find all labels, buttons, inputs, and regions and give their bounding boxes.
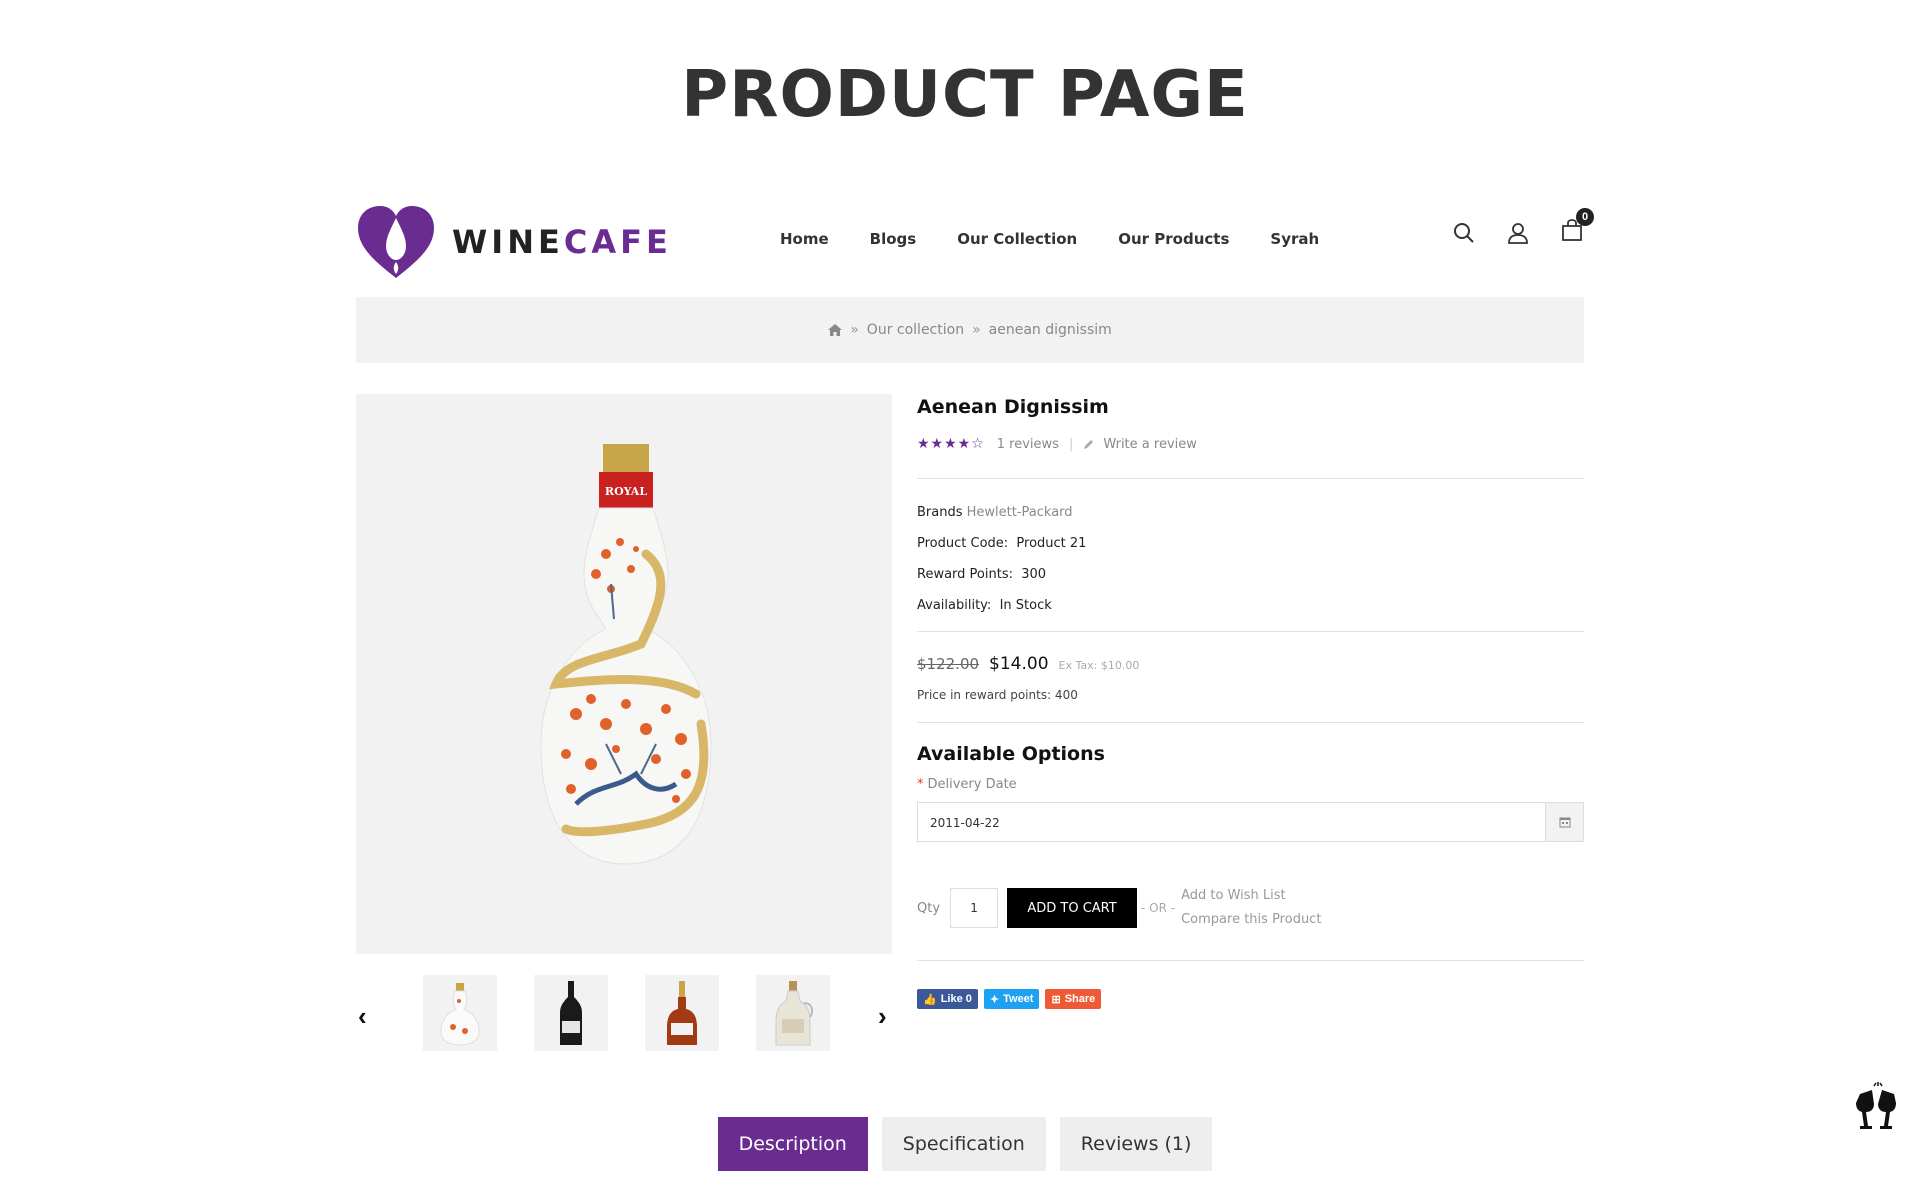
- logo-text-cafe: CAFE: [563, 223, 672, 261]
- breadcrumb-separator-icon: »: [972, 322, 981, 338]
- plus-icon: ⊞: [1051, 993, 1061, 1006]
- nav-syrah[interactable]: Syrah: [1270, 230, 1319, 248]
- heart-drop-logo-icon: [358, 206, 434, 278]
- breadcrumb-separator-icon: »: [850, 322, 859, 338]
- home-icon[interactable]: [828, 324, 843, 336]
- add-to-cart-row: Qty ADD TO CART - OR - Add to Wish List …: [917, 884, 1584, 932]
- tab-specification[interactable]: Specification: [881, 1117, 1046, 1171]
- or-text: - OR -: [1141, 901, 1176, 915]
- reward-label: Reward Points:: [917, 567, 1013, 582]
- product-specs: Brands Hewlett-Packard Product Code: Pro…: [917, 505, 1584, 629]
- divider: [917, 960, 1584, 961]
- chevron-left-icon[interactable]: ‹: [358, 1001, 367, 1032]
- svg-text:ROYAL: ROYAL: [605, 485, 647, 498]
- write-review-link[interactable]: Write a review: [1103, 437, 1197, 452]
- reviews-count-link[interactable]: 1 reviews: [997, 437, 1059, 452]
- availability-value: In Stock: [999, 598, 1052, 613]
- nav-our-collection[interactable]: Our Collection: [957, 230, 1077, 248]
- product-name: Aenean Dignissim: [917, 396, 1109, 418]
- divider: [917, 631, 1584, 632]
- divider: [917, 478, 1584, 479]
- breadcrumb-current[interactable]: aenean dignissim: [989, 322, 1112, 338]
- search-icon[interactable]: [1452, 221, 1476, 245]
- delivery-date-input[interactable]: [918, 803, 1532, 843]
- compare-product-link[interactable]: Compare this Product: [1181, 908, 1321, 932]
- user-icon[interactable]: [1506, 221, 1530, 245]
- star-rating-icon: ★★★★☆: [917, 436, 985, 452]
- required-mark: *: [917, 777, 924, 792]
- page-title: PRODUCT PAGE: [681, 58, 1249, 132]
- add-to-wish-list-link[interactable]: Add to Wish List: [1181, 884, 1321, 908]
- product-main-image[interactable]: ROYAL: [356, 394, 892, 954]
- tab-description[interactable]: Description: [717, 1117, 868, 1171]
- logo[interactable]: WINECAFE: [356, 204, 672, 280]
- rating-row: ★★★★☆ 1 reviews | Write a review: [917, 436, 1584, 452]
- thumbnail-4[interactable]: [756, 975, 830, 1051]
- thumbnail-2[interactable]: [534, 975, 608, 1051]
- header-icons: 0: [1452, 208, 1594, 247]
- gourd-bottle-thumb: [440, 983, 480, 1046]
- logo-text: WINECAFE: [452, 223, 672, 261]
- tweet-button[interactable]: ✦ Tweet: [983, 989, 1040, 1009]
- tweet-label: Tweet: [1003, 993, 1034, 1005]
- divider: |: [1068, 436, 1074, 452]
- cart-count-badge: 0: [1576, 208, 1594, 226]
- calendar-button[interactable]: [1545, 803, 1583, 841]
- delivery-label-text: Delivery Date: [927, 777, 1017, 792]
- old-price: $122.00: [917, 655, 980, 673]
- product-tabs: Description Specification Reviews (1): [0, 1117, 1930, 1171]
- breadcrumb: » Our collection » aenean dignissim: [356, 297, 1584, 363]
- thumbnail-3[interactable]: [645, 975, 719, 1051]
- qty-input[interactable]: [950, 888, 999, 928]
- add-to-cart-button[interactable]: ADD TO CART: [1007, 888, 1138, 928]
- brand-value[interactable]: Hewlett-Packard: [967, 505, 1073, 520]
- wine-glasses-cheers-icon[interactable]: [1854, 1082, 1900, 1132]
- code-value: Product 21: [1016, 536, 1087, 551]
- nav-our-products[interactable]: Our Products: [1118, 230, 1229, 248]
- reward-value: 300: [1021, 567, 1047, 582]
- wish-compare-links: Add to Wish List Compare this Product: [1181, 884, 1321, 932]
- price-row: $122.00 $14.00 Ex Tax: $10.00: [917, 654, 1584, 674]
- facebook-like-button[interactable]: 👍 Like 0: [917, 989, 978, 1009]
- gourd-bottle-image: ROYAL: [540, 444, 712, 865]
- breadcrumb-our-collection[interactable]: Our collection: [867, 322, 964, 338]
- calendar-icon: [1559, 817, 1570, 828]
- code-label: Product Code:: [917, 536, 1009, 551]
- pencil-icon: [1084, 440, 1094, 449]
- jug-bottle-thumb: [775, 981, 813, 1046]
- cart-button[interactable]: 0: [1560, 208, 1594, 247]
- ex-tax: Ex Tax: $10.00: [1058, 659, 1140, 672]
- delivery-label: * Delivery Date: [917, 777, 1584, 792]
- share-button[interactable]: ⊞ Share: [1045, 989, 1102, 1009]
- share-label: Share: [1064, 993, 1096, 1005]
- main-nav: Home Blogs Our Collection Our Products S…: [780, 230, 1319, 248]
- new-price: $14.00: [989, 654, 1049, 674]
- nav-home[interactable]: Home: [780, 230, 829, 248]
- delivery-date-field: [917, 802, 1584, 843]
- product-info: Aenean Dignissim ★★★★☆ 1 reviews | Write…: [917, 394, 1584, 1009]
- qty-label: Qty: [917, 900, 941, 916]
- dark-wine-bottle-thumb: [560, 981, 582, 1045]
- reward-price: Price in reward points: 400: [917, 688, 1078, 702]
- cognac-bottle-thumb: [667, 981, 697, 1045]
- divider: [917, 722, 1584, 723]
- brand-label: Brands: [917, 505, 963, 520]
- logo-text-wine: WINE: [452, 223, 564, 261]
- social-buttons: 👍 Like 0 ✦ Tweet ⊞ Share: [917, 989, 1584, 1009]
- site-header: WINECAFE Home Blogs Our Collection Our P…: [356, 198, 1594, 288]
- availability-label: Availability:: [917, 598, 992, 613]
- thumbnail-1[interactable]: [423, 975, 497, 1051]
- chevron-right-icon[interactable]: ›: [878, 1001, 887, 1032]
- twitter-bird-icon: ✦: [989, 993, 1000, 1006]
- like-label: Like 0: [940, 993, 972, 1005]
- options-title: Available Options: [917, 743, 1105, 765]
- tab-reviews[interactable]: Reviews (1): [1059, 1117, 1213, 1171]
- nav-blogs[interactable]: Blogs: [870, 230, 917, 248]
- thumbnail-carousel: ‹ ›: [356, 975, 892, 1053]
- thumbs-up-icon: 👍: [923, 993, 937, 1006]
